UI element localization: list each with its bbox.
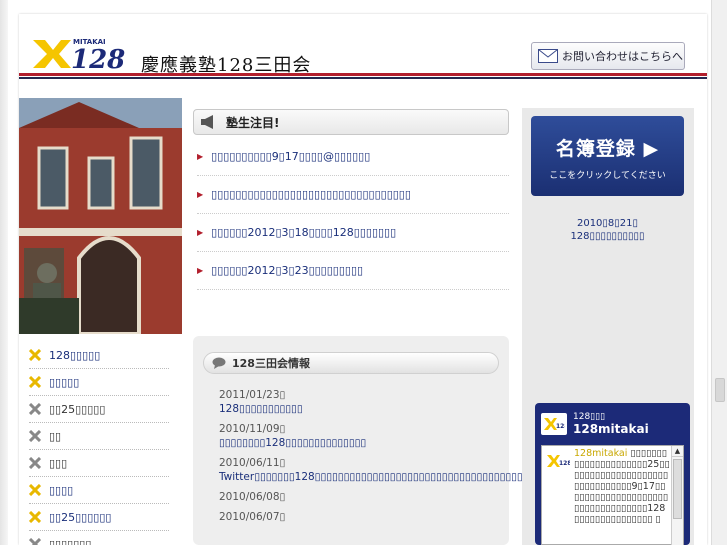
info-item: 2010/06/08▯ (219, 490, 499, 504)
scroll-up-icon[interactable]: ▲ (672, 446, 683, 457)
menu-item[interactable]: ▯▯25▯▯▯▯▯▯ (28, 504, 169, 531)
menu-item[interactable]: ▯▯▯▯ (28, 477, 169, 504)
svg-text:128: 128 (559, 460, 570, 467)
side-menu: 128▯▯▯▯▯ ▯▯▯▯▯ ▯▯25▯▯▯▯▯ ▯▯ ▯▯▯ ▯▯▯▯ ▯▯2… (28, 342, 169, 545)
site-header: MITAKAI 128 慶應義塾128三田会 お問い合わせはこちらへ (19, 14, 707, 82)
menu-item-label: ▯▯▯▯▯ (49, 375, 80, 389)
info-item: 2010/11/09▯ ▯▯▯▯▯▯▯▯128▯▯▯▯▯▯▯▯▯▯▯▯▯▯ (219, 422, 499, 450)
x-mark-icon (28, 375, 42, 389)
arrow-right-icon: ▶ (197, 228, 204, 237)
window-edge (0, 0, 8, 545)
menu-item-label: ▯▯ (49, 429, 62, 443)
info-item: 2011/01/23▯ 128▯▯▯▯▯▯▯▯▯▯▯ (219, 388, 499, 416)
twitter-header[interactable]: 128 128▯▯▯ 128mitakai (541, 409, 684, 439)
info-date: 2011/01/23▯ (219, 389, 286, 401)
menu-item[interactable]: ▯▯▯▯▯ (28, 369, 169, 396)
menu-item-label: ▯▯▯▯ (49, 483, 74, 497)
arrow-right-icon: ▶ (197, 152, 204, 161)
contact-button[interactable]: お問い合わせはこちらへ (531, 42, 685, 70)
tweet-body: ▯▯▯▯▯▯▯▯▯▯▯▯▯▯▯▯▯▯▯▯▯25▯▯▯▯▯▯▯▯▯▯▯▯▯▯▯▯▯… (574, 448, 670, 525)
notice-item-link[interactable]: ▯▯▯▯▯▯▯▯▯▯▯▯▯▯▯▯▯▯▯▯▯▯▯▯▯▯▯▯▯▯▯▯▯ (211, 188, 411, 201)
register-button[interactable]: 名簿登録 ▶ ここをクリックしてください (531, 116, 684, 196)
info-item: 2010/06/07▯ (219, 510, 499, 524)
logo-mark-icon: 128 (544, 418, 565, 430)
menu-item-label: ▯▯25▯▯▯▯▯ (49, 402, 106, 416)
x-mark-icon (28, 348, 42, 362)
left-column: 128▯▯▯▯▯ ▯▯▯▯▯ ▯▯25▯▯▯▯▯ ▯▯ ▯▯▯ ▯▯▯▯ ▯▯2… (19, 98, 194, 545)
page-scrollbar[interactable] (711, 0, 727, 545)
menu-item[interactable]: ▯▯25▯▯▯▯▯ (28, 396, 169, 423)
avatar: 128 (541, 413, 567, 435)
svg-text:128: 128 (556, 423, 565, 430)
info-heading-text: 128三田会情報 (232, 357, 310, 370)
twitter-widget: 128 128▯▯▯ 128mitakai 128 128mitakai ▯▯▯… (535, 403, 690, 545)
contact-label: お問い合わせはこちらへ (562, 50, 683, 63)
notice-item[interactable]: ▶ ▯▯▯▯▯▯2012▯3▯23▯▯▯▯▯▯▯▯▯ (197, 252, 509, 290)
twitter-account-name: 128mitakai (573, 422, 649, 436)
menu-item-label: ▯▯25▯▯▯▯▯▯ (49, 510, 112, 524)
tweet-scrollbar[interactable]: ▲ (671, 446, 683, 545)
speech-bubble-icon (212, 357, 226, 369)
site-logo[interactable]: MITAKAI 128 (31, 32, 141, 76)
register-label: 名簿登録 ▶ (555, 138, 660, 160)
x-mark-icon (28, 456, 42, 470)
info-heading: 128三田会情報 (203, 352, 499, 374)
megaphone-icon (201, 115, 213, 129)
campus-photo (19, 98, 182, 334)
tweet-scroll-thumb[interactable] (673, 459, 682, 519)
info-list: 2011/01/23▯ 128▯▯▯▯▯▯▯▯▯▯▯ 2010/11/09▯ ▯… (219, 388, 546, 530)
arrow-right-icon: ▶ (197, 266, 204, 275)
browser-viewport: MITAKAI 128 慶應義塾128三田会 お問い合わせはこちらへ 128▯▯… (0, 0, 727, 545)
twitter-names: 128▯▯▯ 128mitakai (573, 412, 649, 436)
register-note[interactable]: 2010▯8▯21▯ 128▯▯▯▯▯▯▯▯▯▯ (531, 217, 684, 243)
scrollbar-thumb[interactable] (715, 378, 725, 402)
info-date: 2010/06/08▯ (219, 491, 286, 503)
register-note-line2: 128▯▯▯▯▯▯▯▯▯▯ (570, 231, 645, 242)
info-date: 2010/06/11▯ (219, 457, 286, 469)
notice-item-link[interactable]: ▯▯▯▯▯▯2012▯3▯18▯▯▯▯128▯▯▯▯▯▯▯ (211, 226, 396, 239)
notice-heading: 塾生注目! (193, 109, 509, 135)
envelope-icon (538, 49, 558, 63)
x-mark-icon (28, 483, 42, 497)
arrow-right-icon: ▶ (197, 190, 204, 199)
info-panel: 128三田会情報 2011/01/23▯ 128▯▯▯▯▯▯▯▯▯▯▯ 2010… (193, 336, 546, 545)
x-mark-icon (28, 429, 42, 443)
info-date: 2010/11/09▯ (219, 423, 286, 435)
info-title-link[interactable]: ▯▯▯▯▯▯▯▯128▯▯▯▯▯▯▯▯▯▯▯▯▯▯ (219, 436, 499, 450)
notice-item[interactable]: ▶ ▯▯▯▯▯▯▯▯▯▯▯▯▯▯▯▯▯▯▯▯▯▯▯▯▯▯▯▯▯▯▯▯▯ (197, 176, 509, 214)
right-column: 名簿登録 ▶ ここをクリックしてください 2010▯8▯21▯ 128▯▯▯▯▯… (522, 108, 694, 545)
menu-item[interactable]: ▯▯▯▯▯▯▯ (28, 531, 169, 545)
menu-item[interactable]: ▯▯ (28, 423, 169, 450)
info-title-link[interactable]: Twitter▯▯▯▯▯▯▯128▯▯▯▯▯▯▯▯▯▯▯▯▯▯▯▯▯▯▯▯▯▯▯… (219, 470, 546, 484)
info-item: 2010/06/11▯ Twitter▯▯▯▯▯▯▯128▯▯▯▯▯▯▯▯▯▯▯… (219, 456, 546, 484)
twitter-display-name: 128▯▯▯ (573, 412, 606, 422)
notice-item[interactable]: ▶ ▯▯▯▯▯▯▯▯▯▯9▯17▯▯▯▯@▯▯▯▯▯▯ (197, 138, 509, 176)
x-mark-icon (28, 510, 42, 524)
info-date: 2010/06/07▯ (219, 511, 286, 523)
header-rule-navy (19, 77, 707, 79)
menu-item-label: ▯▯▯ (49, 456, 68, 470)
notice-item-link[interactable]: ▯▯▯▯▯▯▯▯▯▯9▯17▯▯▯▯@▯▯▯▯▯▯ (211, 150, 370, 163)
x-mark-icon (28, 402, 42, 416)
menu-item[interactable]: ▯▯▯ (28, 450, 169, 477)
notice-list: ▶ ▯▯▯▯▯▯▯▯▯▯9▯17▯▯▯▯@▯▯▯▯▯▯ ▶ ▯▯▯▯▯▯▯▯▯▯▯▯… (197, 138, 509, 290)
info-title-link[interactable]: 128▯▯▯▯▯▯▯▯▯▯▯ (219, 402, 499, 416)
register-sublabel: ここをクリックしてください (549, 171, 666, 181)
tweet-text: 128mitakai ▯▯▯▯▯▯▯▯▯▯▯▯▯▯▯▯▯▯▯▯▯25▯▯▯▯▯▯… (574, 448, 670, 525)
svg-text:128: 128 (71, 45, 125, 75)
menu-item[interactable]: 128▯▯▯▯▯ (28, 342, 169, 369)
notice-item[interactable]: ▶ ▯▯▯▯▯▯2012▯3▯18▯▯▯▯128▯▯▯▯▯▯▯ (197, 214, 509, 252)
register-note-line1: 2010▯8▯21▯ (576, 218, 639, 229)
x-mark-icon (28, 537, 42, 545)
notice-heading-text: 塾生注目! (226, 115, 280, 130)
logo-mark-icon: 128 (547, 455, 570, 467)
page: MITAKAI 128 慶應義塾128三田会 お問い合わせはこちらへ 128▯▯… (19, 14, 707, 545)
notice-item-link[interactable]: ▯▯▯▯▯▯2012▯3▯23▯▯▯▯▯▯▯▯▯ (211, 264, 363, 277)
menu-item-label: ▯▯▯▯▯▯▯ (49, 537, 92, 545)
header-rule-red (19, 73, 707, 76)
logo-mark-icon: MITAKAI 128 (33, 38, 125, 75)
tweet-handle-link[interactable]: 128mitakai (574, 448, 627, 459)
tweet-area: 128 128mitakai ▯▯▯▯▯▯▯▯▯▯▯▯▯▯▯▯▯▯▯▯▯25▯▯… (541, 445, 684, 545)
menu-item-label: 128▯▯▯▯▯ (49, 348, 101, 362)
